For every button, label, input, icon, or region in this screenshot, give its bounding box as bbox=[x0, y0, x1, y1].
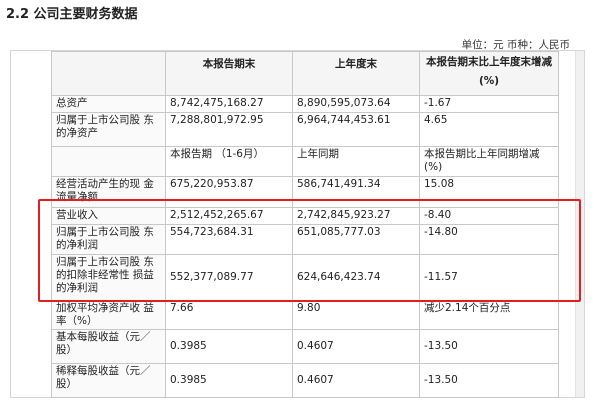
row-value-current: 2,512,452,265.67 bbox=[165, 207, 293, 225]
subheader-cell-prior-period: 上年同期 bbox=[292, 146, 420, 177]
row-value-change: 4.65 bbox=[419, 112, 559, 147]
row-value-current: 675,220,953.87 bbox=[165, 176, 293, 208]
row-value-prior: 6,964,744,453.61 bbox=[292, 112, 420, 147]
row-value-change: -11.57 bbox=[419, 254, 559, 301]
row-value-change: -13.50 bbox=[419, 329, 559, 364]
table-row: 营业收入 2,512,452,265.67 2,742,845,923.27 -… bbox=[51, 207, 559, 225]
subheader-cell-change: 本报告期比上年同期增减(%) bbox=[419, 146, 559, 177]
row-value-prior: 2,742,845,923.27 bbox=[292, 207, 420, 225]
row-label: 营业收入 bbox=[51, 207, 166, 225]
table-row: 基本每股收益（元／股） 0.3985 0.4607 -13.50 bbox=[51, 329, 559, 364]
row-value-current: 7,288,801,972.95 bbox=[165, 112, 293, 147]
header-cell-change: 本报告期末比上年度末增减 (%) bbox=[419, 51, 559, 96]
header-row: 本报告期末 上年度末 本报告期末比上年度末增减 (%) bbox=[51, 51, 559, 96]
row-label: 经营活动产生的现 金流量净额 bbox=[51, 176, 166, 208]
row-value-current: 7.66 bbox=[165, 300, 293, 330]
row-value-change: -13.50 bbox=[419, 363, 559, 398]
row-label: 总资产 bbox=[51, 95, 166, 113]
financial-table: 本报告期末 上年度末 本报告期末比上年度末增减 (%) 总资产 8,742,47… bbox=[51, 51, 559, 398]
row-value-prior: 624,646,423.74 bbox=[292, 254, 420, 301]
subheader-cell-empty bbox=[51, 146, 166, 177]
header-change-line2: (%) bbox=[478, 75, 500, 87]
table-left-gutter bbox=[11, 51, 51, 397]
subheader-row: 本报告期 （1-6月） 上年同期 本报告期比上年同期增减(%) bbox=[51, 146, 559, 177]
subheader-cell-period: 本报告期 （1-6月） bbox=[165, 146, 293, 177]
row-value-current: 554,723,684.31 bbox=[165, 224, 293, 255]
row-value-change: 减少2.14个百分点 bbox=[419, 300, 559, 330]
table-row: 归属于上市公司股 东的净资产 7,288,801,972.95 6,964,74… bbox=[51, 112, 559, 147]
row-label: 基本每股收益（元／股） bbox=[51, 329, 166, 364]
row-value-prior: 651,085,777.03 bbox=[292, 224, 420, 255]
table-row: 加权平均净资产收 益率（%） 7.66 9.80 减少2.14个百分点 bbox=[51, 300, 559, 330]
table-row: 归属于上市公司股 东的扣除非经常性 损益的净利润 552,377,089.77 … bbox=[51, 254, 559, 301]
row-value-current: 0.3985 bbox=[165, 363, 293, 398]
row-label: 稀释每股收益（元／股） bbox=[51, 363, 166, 398]
table-frame: 本报告期末 上年度末 本报告期末比上年度末增减 (%) 总资产 8,742,47… bbox=[10, 50, 585, 398]
header-change-line1: 本报告期末比上年度末增减 bbox=[426, 56, 552, 68]
header-cell-period-end: 本报告期末 bbox=[165, 51, 293, 96]
row-value-prior: 0.4607 bbox=[292, 363, 420, 398]
row-value-change: -1.67 bbox=[419, 95, 559, 113]
header-cell-empty bbox=[51, 51, 166, 96]
row-value-change: 15.08 bbox=[419, 176, 559, 208]
row-value-current: 8,742,475,168.27 bbox=[165, 95, 293, 113]
table-row: 归属于上市公司股 东的净利润 554,723,684.31 651,085,77… bbox=[51, 224, 559, 255]
row-value-change: -14.80 bbox=[419, 224, 559, 255]
row-label: 归属于上市公司股 东的净资产 bbox=[51, 112, 166, 147]
table-row: 经营活动产生的现 金流量净额 675,220,953.87 586,741,49… bbox=[51, 176, 559, 208]
section-title: 2.2 公司主要财务数据 bbox=[6, 7, 138, 22]
vertical-scrollbar[interactable] bbox=[575, 51, 584, 397]
row-value-prior: 586,741,491.34 bbox=[292, 176, 420, 208]
row-value-change: -8.40 bbox=[419, 207, 559, 225]
row-value-current: 552,377,089.77 bbox=[165, 254, 293, 301]
header-cell-last-year-end: 上年度末 bbox=[292, 51, 420, 96]
table-row: 稀释每股收益（元／股） 0.3985 0.4607 -13.50 bbox=[51, 363, 559, 398]
row-value-prior: 0.4607 bbox=[292, 329, 420, 364]
row-label: 加权平均净资产收 益率（%） bbox=[51, 300, 166, 330]
row-label: 归属于上市公司股 东的净利润 bbox=[51, 224, 166, 255]
row-value-current: 0.3985 bbox=[165, 329, 293, 364]
row-value-prior: 9.80 bbox=[292, 300, 420, 330]
row-label: 归属于上市公司股 东的扣除非经常性 损益的净利润 bbox=[51, 254, 166, 301]
row-value-prior: 8,890,595,073.64 bbox=[292, 95, 420, 113]
table-row: 总资产 8,742,475,168.27 8,890,595,073.64 -1… bbox=[51, 95, 559, 113]
